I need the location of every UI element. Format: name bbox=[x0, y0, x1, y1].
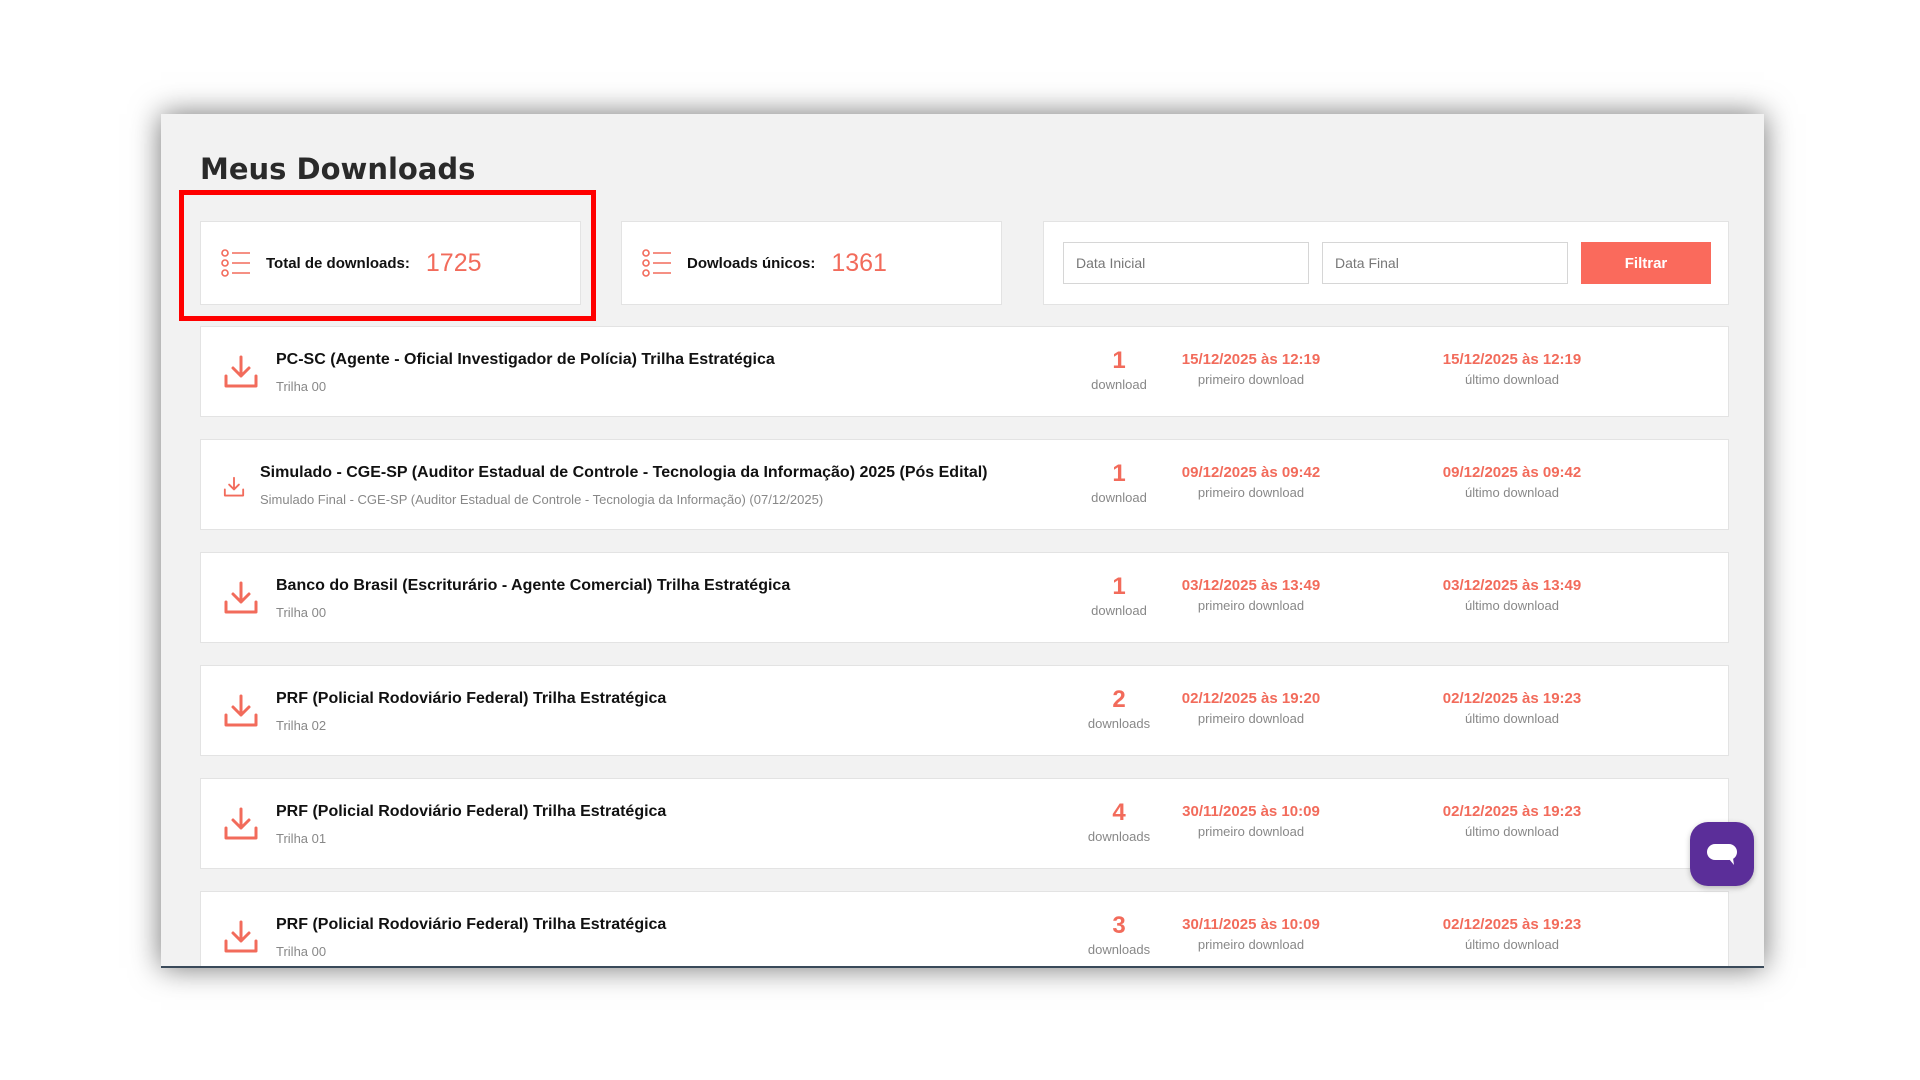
first-download-date: 15/12/2025 às 12:19 bbox=[1181, 351, 1321, 368]
row-title: Banco do Brasil (Escriturário - Agente C… bbox=[276, 577, 791, 594]
page-title: Meus Downloads bbox=[200, 152, 476, 186]
download-icon bbox=[224, 581, 258, 614]
row-subtitle: Trilha 00 bbox=[276, 605, 327, 620]
row-subtitle: Simulado Final - CGE-SP (Auditor Estadua… bbox=[260, 492, 824, 507]
first-download-date: 03/12/2025 às 13:49 bbox=[1181, 577, 1321, 594]
last-download-label: último download bbox=[1465, 824, 1559, 839]
first-download-label: primeiro download bbox=[1197, 485, 1305, 500]
unique-downloads-card: Dowloads únicos: 1361 bbox=[621, 221, 1002, 305]
first-download-col: 09/12/2025 às 09:42 primeiro download bbox=[1131, 464, 1371, 500]
download-row[interactable]: PRF (Policial Rodoviário Federal) Trilha… bbox=[200, 778, 1729, 869]
total-downloads-value: 1725 bbox=[425, 248, 482, 277]
row-title: PRF (Policial Rodoviário Federal) Trilha… bbox=[276, 916, 667, 933]
last-download-date: 15/12/2025 às 12:19 bbox=[1442, 351, 1582, 368]
download-row[interactable]: PRF (Policial Rodoviário Federal) Trilha… bbox=[200, 891, 1729, 966]
last-download-date: 02/12/2025 às 19:23 bbox=[1442, 690, 1582, 707]
row-title: Simulado - CGE-SP (Auditor Estadual de C… bbox=[260, 464, 988, 481]
first-download-label: primeiro download bbox=[1197, 372, 1305, 387]
row-subtitle: Trilha 00 bbox=[276, 379, 327, 394]
last-download-label: último download bbox=[1465, 711, 1559, 726]
first-download-col: 02/12/2025 às 19:20 primeiro download bbox=[1131, 690, 1371, 726]
download-icon bbox=[224, 807, 258, 840]
download-icon bbox=[224, 920, 258, 953]
last-download-col: 02/12/2025 às 19:23 último download bbox=[1392, 690, 1632, 726]
start-date-input[interactable] bbox=[1063, 242, 1309, 284]
row-title: PC-SC (Agente - Oficial Investigador de … bbox=[276, 351, 775, 368]
download-icon bbox=[223, 476, 245, 497]
last-download-label: último download bbox=[1465, 372, 1559, 387]
download-icon bbox=[224, 355, 258, 388]
list-icon bbox=[221, 249, 250, 277]
first-download-col: 30/11/2025 às 10:09 primeiro download bbox=[1131, 803, 1371, 839]
first-download-label: primeiro download bbox=[1197, 598, 1305, 613]
last-download-col: 03/12/2025 às 13:49 último download bbox=[1392, 577, 1632, 613]
first-download-col: 30/11/2025 às 10:09 primeiro download bbox=[1131, 916, 1371, 952]
chat-button[interactable] bbox=[1690, 822, 1754, 886]
first-download-label: primeiro download bbox=[1197, 937, 1305, 952]
last-download-col: 15/12/2025 às 12:19 último download bbox=[1392, 351, 1632, 387]
last-download-date: 02/12/2025 às 19:23 bbox=[1442, 803, 1582, 820]
last-download-label: último download bbox=[1465, 598, 1559, 613]
download-row[interactable]: PRF (Policial Rodoviário Federal) Trilha… bbox=[200, 665, 1729, 756]
chat-bubble-icon bbox=[1707, 844, 1737, 865]
first-download-date: 09/12/2025 às 09:42 bbox=[1181, 464, 1321, 481]
first-download-date: 30/11/2025 às 10:09 bbox=[1182, 803, 1320, 820]
download-row[interactable]: PC-SC (Agente - Oficial Investigador de … bbox=[200, 326, 1729, 417]
filter-button[interactable]: Filtrar bbox=[1581, 242, 1711, 284]
download-icon bbox=[224, 694, 258, 727]
last-download-col: 02/12/2025 às 19:23 último download bbox=[1392, 803, 1632, 839]
last-download-date: 02/12/2025 às 19:23 bbox=[1442, 916, 1582, 933]
download-row[interactable]: Banco do Brasil (Escriturário - Agente C… bbox=[200, 552, 1729, 643]
last-download-col: 02/12/2025 às 19:23 último download bbox=[1392, 916, 1632, 952]
downloads-window: Meus Downloads Total de downloads: 1725 … bbox=[161, 114, 1764, 968]
first-download-date: 30/11/2025 às 10:09 bbox=[1182, 916, 1320, 933]
total-downloads-card: Total de downloads: 1725 bbox=[200, 221, 581, 305]
total-downloads-label: Total de downloads: bbox=[266, 254, 410, 272]
last-download-date: 09/12/2025 às 09:42 bbox=[1442, 464, 1582, 481]
first-download-col: 15/12/2025 às 12:19 primeiro download bbox=[1131, 351, 1371, 387]
first-download-date: 02/12/2025 às 19:20 bbox=[1181, 690, 1321, 707]
download-row[interactable]: Simulado - CGE-SP (Auditor Estadual de C… bbox=[200, 439, 1729, 530]
unique-downloads-label: Dowloads únicos: bbox=[687, 254, 816, 272]
date-filter-card: Filtrar bbox=[1043, 221, 1729, 305]
row-subtitle: Trilha 01 bbox=[276, 831, 327, 846]
row-title: PRF (Policial Rodoviário Federal) Trilha… bbox=[276, 690, 667, 707]
end-date-input[interactable] bbox=[1322, 242, 1568, 284]
first-download-label: primeiro download bbox=[1197, 711, 1305, 726]
unique-downloads-value: 1361 bbox=[831, 248, 887, 277]
first-download-label: primeiro download bbox=[1197, 824, 1305, 839]
last-download-label: último download bbox=[1465, 485, 1559, 500]
last-download-label: último download bbox=[1465, 937, 1559, 952]
last-download-date: 03/12/2025 às 13:49 bbox=[1442, 577, 1582, 594]
row-title: PRF (Policial Rodoviário Federal) Trilha… bbox=[276, 803, 667, 820]
row-subtitle: Trilha 00 bbox=[276, 944, 327, 959]
last-download-col: 09/12/2025 às 09:42 último download bbox=[1392, 464, 1632, 500]
row-subtitle: Trilha 02 bbox=[276, 718, 327, 733]
list-icon bbox=[642, 249, 671, 277]
first-download-col: 03/12/2025 às 13:49 primeiro download bbox=[1131, 577, 1371, 613]
